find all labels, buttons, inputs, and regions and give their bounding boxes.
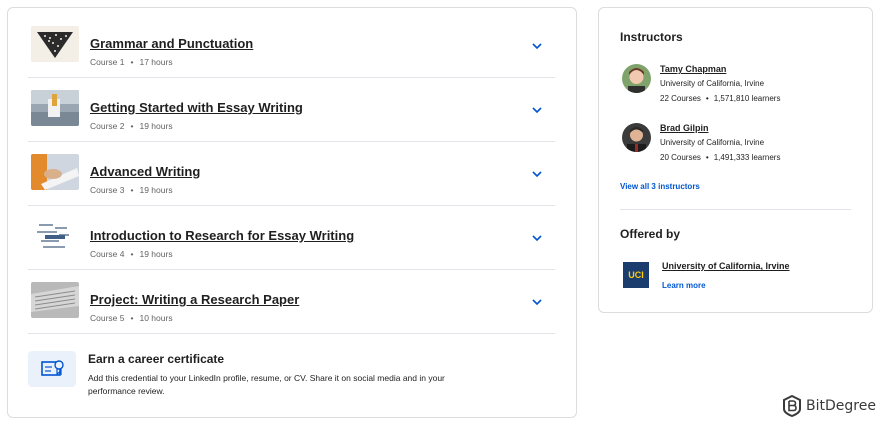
course-number: Course 4: [90, 249, 125, 259]
bitdegree-logo-icon: [783, 395, 801, 417]
chevron-down-icon[interactable]: [531, 232, 543, 244]
chevron-down-icon[interactable]: [531, 168, 543, 180]
course-number: Course 3: [90, 185, 125, 195]
learn-more-link[interactable]: Learn more: [662, 281, 706, 290]
instructor-org: University of California, Irvine: [660, 138, 765, 147]
course-title[interactable]: Project: Writing a Research Paper: [90, 292, 299, 307]
instructor-learners: 1,571,810 learners: [713, 94, 781, 103]
course-row-2[interactable]: Getting Started with Essay Writing Cours…: [28, 78, 555, 142]
course-title[interactable]: Introduction to Research for Essay Writi…: [90, 228, 354, 243]
separator: •: [130, 121, 134, 131]
course-number: Course 2: [90, 121, 125, 131]
course-meta: Course 4 • 19 hours: [90, 249, 173, 259]
course-title[interactable]: Grammar and Punctuation: [90, 36, 253, 51]
certificate-title: Earn a career certificate: [88, 352, 225, 366]
course-row-4[interactable]: Introduction to Research for Essay Writi…: [28, 206, 555, 270]
course-row-5[interactable]: Project: Writing a Research Paper Course…: [28, 270, 555, 334]
instructor-name[interactable]: Brad Gilpin: [660, 123, 709, 133]
bitdegree-watermark: BitDegree: [782, 394, 876, 418]
separator: •: [130, 249, 134, 259]
chevron-down-icon[interactable]: [531, 296, 543, 308]
course-list-card: Grammar and Punctuation Course 1 • 17 hour…: [7, 7, 577, 418]
instructor-stats: 22 Courses • 1,571,810 learners: [660, 94, 780, 103]
course-row-3[interactable]: Advanced Writing Course 3 • 19 hours: [28, 142, 555, 206]
separator: •: [130, 57, 134, 67]
instructor-name[interactable]: Tamy Chapman: [660, 64, 726, 74]
uci-logo[interactable]: UCI: [623, 262, 649, 288]
course-meta: Course 1 • 17 hours: [90, 57, 173, 67]
course-meta: Course 2 • 19 hours: [90, 121, 173, 131]
course-row-1[interactable]: Grammar and Punctuation Course 1 • 17 hour…: [28, 14, 555, 78]
chevron-down-icon[interactable]: [531, 40, 543, 52]
instructor-courses: 20 Courses: [660, 153, 701, 162]
course-meta: Course 3 • 19 hours: [90, 185, 173, 195]
sidebar-card: Instructors Tamy Chapman University of C…: [598, 7, 873, 313]
avatar[interactable]: [622, 123, 651, 152]
instructor-stats: 20 Courses • 1,491,333 learners: [660, 153, 780, 162]
organization-name[interactable]: University of California, Irvine: [662, 261, 790, 271]
instructors-heading: Instructors: [620, 30, 683, 44]
certificate-description: Add this credential to your LinkedIn pro…: [88, 373, 445, 396]
separator: •: [705, 153, 709, 162]
certificate-icon: [28, 351, 76, 387]
offered-by-heading: Offered by: [620, 227, 681, 241]
chevron-down-icon[interactable]: [531, 104, 543, 116]
course-number: Course 5: [90, 313, 125, 323]
course-title[interactable]: Advanced Writing: [90, 164, 200, 179]
separator: •: [130, 313, 134, 323]
watermark-text: BitDegree: [806, 398, 876, 414]
instructor-learners: 1,491,333 learners: [713, 153, 781, 162]
course-hours: 17 hours: [139, 57, 173, 67]
course-1-thumbnail: [31, 26, 79, 62]
course-5-thumbnail: [31, 282, 79, 318]
course-4-thumbnail: [31, 218, 79, 254]
course-number: Course 1: [90, 57, 125, 67]
course-hours: 19 hours: [139, 185, 173, 195]
divider: [620, 209, 851, 210]
instructor-courses: 22 Courses: [660, 94, 701, 103]
view-all-instructors-link[interactable]: View all 3 instructors: [620, 182, 700, 191]
instructor-org: University of California, Irvine: [660, 79, 765, 88]
separator: •: [705, 94, 709, 103]
course-hours: 10 hours: [139, 313, 173, 323]
separator: •: [130, 185, 134, 195]
course-meta: Course 5 • 10 hours: [90, 313, 173, 323]
course-hours: 19 hours: [139, 121, 173, 131]
course-title[interactable]: Getting Started with Essay Writing: [90, 100, 303, 115]
course-hours: 19 hours: [139, 249, 173, 259]
course-2-thumbnail: [31, 90, 79, 126]
avatar[interactable]: [622, 64, 651, 93]
course-3-thumbnail: [31, 154, 79, 190]
